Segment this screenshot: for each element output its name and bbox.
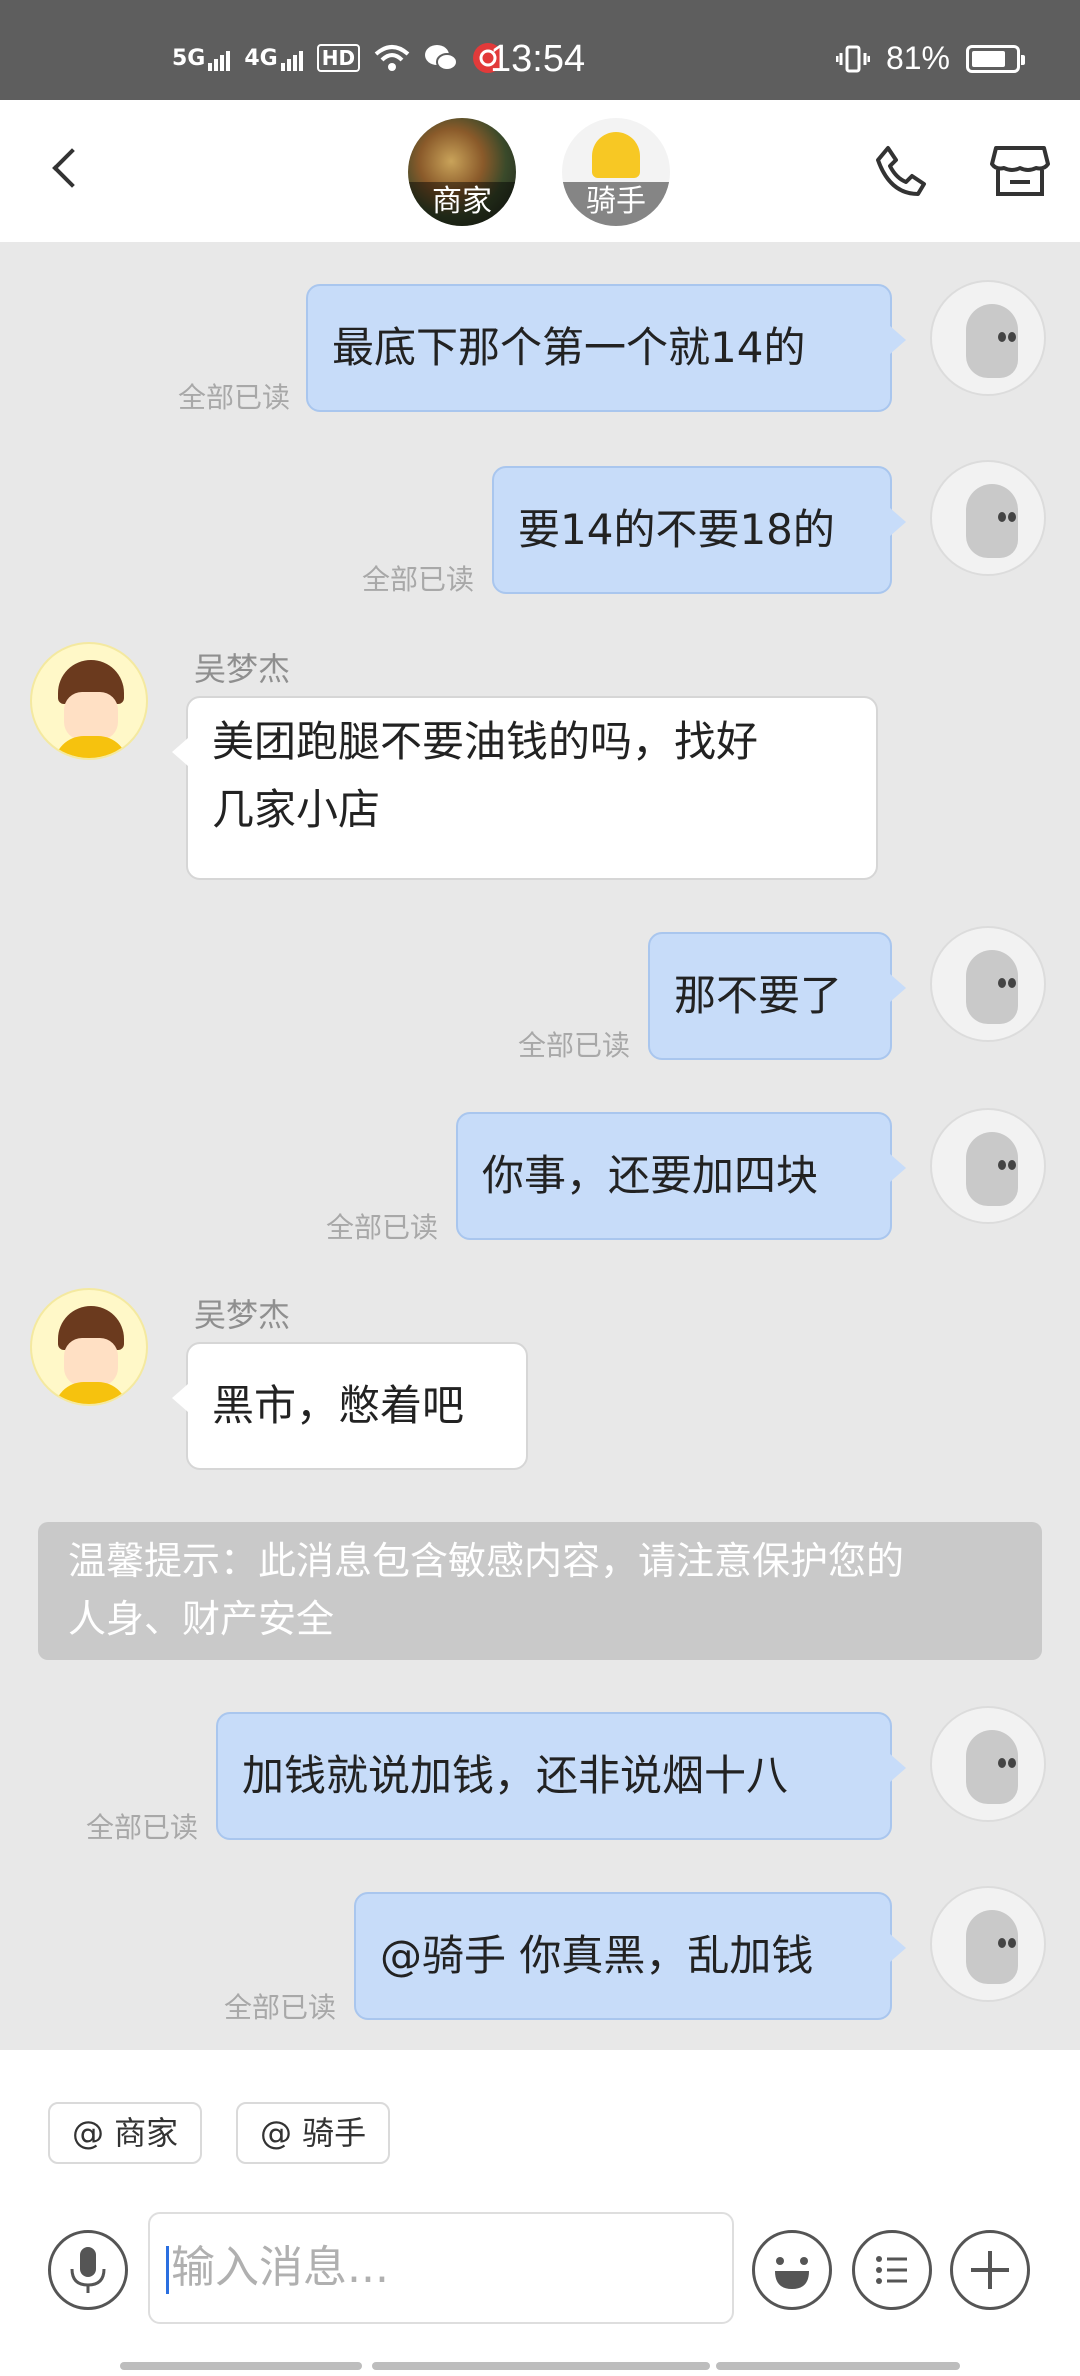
my-avatar[interactable] (930, 926, 1046, 1042)
notice-line: 人身、财产安全 (68, 1597, 335, 1641)
network-4g-indicator: 4G (244, 46, 303, 71)
network-5g-indicator: 5G (172, 46, 231, 71)
signal-icon (280, 50, 303, 71)
message-bubble-sent[interactable]: @骑手 你真黑，乱加钱 (354, 1892, 906, 2020)
more-button[interactable] (950, 2230, 1030, 2310)
composer-area: @ 商家 @ 骑手 输入消息... (0, 2050, 1080, 2376)
status-bar: 5G 4G HD 13:54 81% (0, 0, 1080, 100)
voice-button[interactable] (48, 2230, 128, 2310)
vibrate-icon (835, 45, 870, 72)
rider-label: 骑手 (562, 182, 670, 226)
message-bubble-sent[interactable]: 要14的不要18的 (492, 466, 906, 594)
read-receipt: 全部已读 (178, 381, 291, 414)
message-line: 几家小店 (212, 785, 381, 834)
nav-bar-segment (716, 2362, 960, 2370)
read-receipt: 全部已读 (224, 1991, 337, 2024)
battery-percent: 81% (885, 40, 950, 76)
message-bubble-received[interactable]: 美团跑腿不要油钱的吗，找好 几家小店 (172, 696, 878, 880)
list-icon (876, 2256, 907, 2284)
sender-name: 吴梦杰 (194, 650, 291, 688)
mention-rider-button[interactable]: @ 骑手 (236, 2102, 391, 2164)
phone-icon[interactable] (870, 142, 928, 200)
message-bubble-sent[interactable]: 你事，还要加四块 (456, 1112, 906, 1240)
my-avatar[interactable] (930, 460, 1046, 576)
signal-icon (208, 50, 231, 71)
emoji-icon (775, 2257, 809, 2289)
message-input[interactable]: 输入消息... (148, 2212, 734, 2324)
status-icons-right: 81% (835, 40, 1025, 77)
merchant-label: 商家 (408, 182, 516, 226)
mention-merchant-button[interactable]: @ 商家 (48, 2102, 203, 2164)
mic-icon (70, 2247, 106, 2293)
my-avatar[interactable] (930, 1706, 1046, 1822)
my-avatar[interactable] (930, 1108, 1046, 1224)
rider-avatar[interactable] (30, 1288, 148, 1406)
input-placeholder: 输入消息... (171, 2242, 389, 2293)
my-avatar[interactable] (930, 280, 1046, 396)
plus-icon (971, 2251, 1009, 2289)
emoji-button[interactable] (752, 2230, 832, 2310)
nav-bar-segment (120, 2362, 362, 2370)
read-receipt: 全部已读 (362, 563, 475, 596)
read-receipt: 全部已读 (326, 1211, 439, 1244)
chat-header: 商家 骑手 (0, 100, 1080, 242)
read-receipt: 全部已读 (518, 1029, 631, 1062)
message-bubble-sent[interactable]: 加钱就说加钱，还非说烟十八 (216, 1712, 906, 1840)
clock: 13:54 (490, 38, 586, 80)
message-line: 美团跑腿不要油钱的吗，找好 (212, 717, 759, 766)
safety-notice: 温馨提示：此消息包含敏感内容，请注意保护您的 人身、财产安全 (38, 1522, 1042, 1660)
store-icon[interactable] (988, 138, 1052, 202)
message-bubble-sent[interactable]: 最底下那个第一个就14的 (306, 284, 906, 412)
battery-icon (966, 44, 1025, 73)
message-bubble-received[interactable]: 黑市，憋着吧 (172, 1342, 528, 1470)
back-button[interactable] (44, 140, 100, 200)
rider-helmet-icon (592, 132, 640, 178)
notice-line: 温馨提示：此消息包含敏感内容，请注意保护您的 (68, 1539, 905, 1583)
nav-bar-segment (372, 2362, 710, 2370)
wifi-icon (374, 45, 410, 71)
wechat-icon (425, 45, 459, 71)
my-avatar[interactable] (930, 1886, 1046, 2002)
sender-name: 吴梦杰 (194, 1296, 291, 1334)
message-bubble-sent[interactable]: 那不要了 (648, 932, 906, 1060)
rider-avatar-button[interactable]: 骑手 (562, 118, 670, 226)
hd-badge: HD (316, 44, 361, 72)
read-receipt: 全部已读 (86, 1811, 199, 1844)
rider-avatar[interactable] (30, 642, 148, 760)
quick-reply-button[interactable] (852, 2230, 932, 2310)
merchant-avatar-button[interactable]: 商家 (408, 118, 516, 226)
status-icons-left: 5G 4G HD (172, 42, 504, 74)
